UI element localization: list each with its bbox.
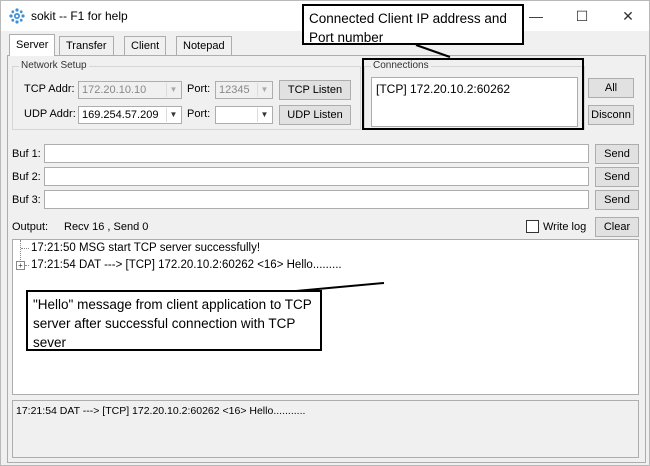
connections-callout: Connected Client IP address and Port num… [302,4,524,45]
connections-callout-pointer [415,44,451,58]
hello-callout: "Hello" message from client application … [26,290,322,351]
connections-highlight [362,58,584,130]
